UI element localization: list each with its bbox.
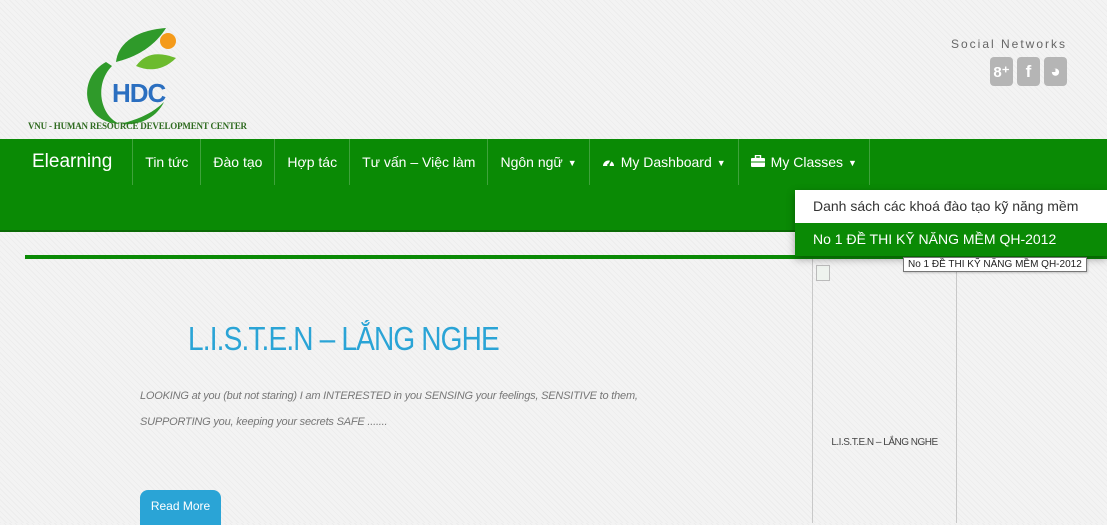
slide-excerpt: LOOKING at you (but not staring) I am IN… <box>140 390 638 428</box>
nav-item-ngon-ngu[interactable]: Ngôn ngữ ▼ <box>487 139 588 185</box>
site-logo[interactable]: HDC <box>28 22 228 132</box>
google-plus-icon[interactable]: 8⁺ <box>990 57 1013 86</box>
nav-item-label: Đào tạo <box>213 154 263 170</box>
nav-item-label: Hợp tác <box>287 154 338 170</box>
brand-link[interactable]: Elearning <box>20 139 132 185</box>
nav-menu: Elearning Tin tức Đào tạo Hợp tác Tư vấn… <box>20 139 870 185</box>
nav-item-label: Tư vấn – Việc làm <box>362 154 476 170</box>
nav-item-label: My Classes <box>770 154 844 170</box>
caret-down-icon: ▼ <box>716 158 726 168</box>
social-icons: 8⁺ f ◕ <box>990 57 1067 86</box>
nav-item-label: Tin tức <box>145 154 189 170</box>
dropdown-item-course-list[interactable]: Danh sách các khoá đào tạo kỹ năng mềm <box>795 190 1107 223</box>
featured-slide: L.I.S.T.E.N – LẮNG NGHE LOOKING at you (… <box>25 255 1107 525</box>
briefcase-icon <box>750 139 765 185</box>
nav-item-label: Ngôn ngữ <box>500 154 563 170</box>
my-classes-dropdown: Danh sách các khoá đào tạo kỹ năng mềm N… <box>795 190 1107 256</box>
caret-down-icon: ▼ <box>567 158 577 168</box>
svg-text:HDC: HDC <box>112 78 167 108</box>
thumbnail-caption: L.I.S.T.E.N – LẮNG NGHE <box>831 437 938 448</box>
nav-item-hop-tac[interactable]: Hợp tác <box>274 139 349 185</box>
dropdown-item-exam-qh2012[interactable]: No 1 ĐỀ THI KỸ NĂNG MỀM QH-2012 <box>795 223 1107 256</box>
nav-item-my-classes[interactable]: My Classes ▼ <box>737 139 870 185</box>
logo-caption: VNU - HUMAN RESOURCE DEVELOPMENT CENTER <box>28 121 247 131</box>
hover-tooltip: No 1 ĐỀ THI KỸ NĂNG MỀM QH-2012 <box>903 257 1087 272</box>
slide-title[interactable]: L.I.S.T.E.N – LẮNG NGHE <box>188 320 500 358</box>
broken-image-icon <box>816 265 830 281</box>
dashboard-icon <box>602 139 615 185</box>
nav-item-dao-tao[interactable]: Đào tạo <box>200 139 274 185</box>
nav-item-tu-van-viec-lam[interactable]: Tư vấn – Việc làm <box>349 139 487 185</box>
globe-icon[interactable]: ◕ <box>1044 57 1067 86</box>
nav-item-tin-tuc[interactable]: Tin tức <box>132 139 200 185</box>
slide-thumbnail[interactable]: L.I.S.T.E.N – LẮNG NGHE <box>812 259 957 523</box>
hdc-logo-icon: HDC <box>87 28 176 125</box>
social-networks-title: Social Networks <box>950 37 1067 51</box>
nav-item-label: My Dashboard <box>620 154 712 170</box>
nav-item-my-dashboard[interactable]: My Dashboard ▼ <box>588 139 738 185</box>
read-more-button[interactable]: Read More <box>140 490 221 525</box>
caret-down-icon: ▼ <box>848 158 857 168</box>
facebook-icon[interactable]: f <box>1017 57 1040 86</box>
